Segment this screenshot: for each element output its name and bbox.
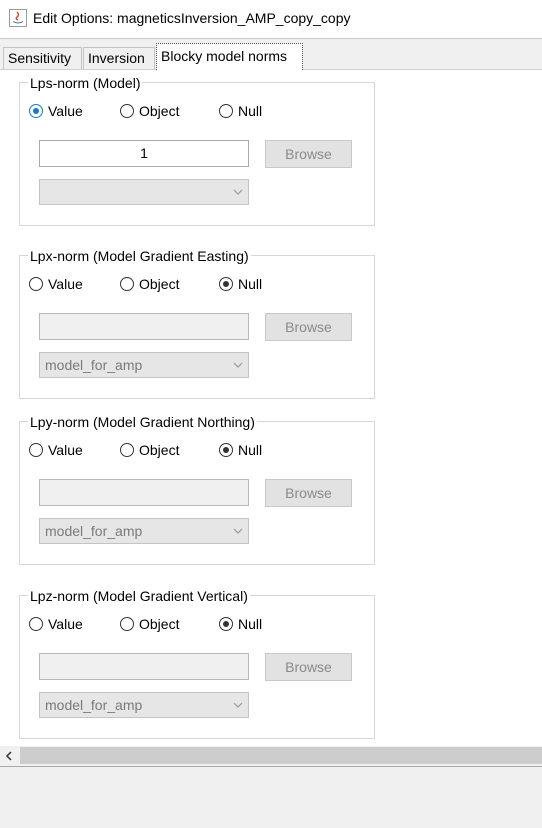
lpx-browse-button[interactable]: Browse bbox=[265, 313, 352, 341]
radio-indicator bbox=[120, 277, 134, 291]
radio-selected-indicator bbox=[29, 104, 43, 118]
lps-value-radio[interactable]: Value bbox=[29, 103, 83, 119]
lpy-null-radio[interactable]: Null bbox=[219, 442, 262, 458]
radio-label: Value bbox=[48, 276, 83, 292]
lps-null-radio[interactable]: Null bbox=[219, 103, 262, 119]
chevron-down-icon bbox=[233, 189, 243, 195]
tab-inversion[interactable]: Inversion bbox=[83, 47, 155, 69]
window-title: Edit Options: magneticsInversion_AMP_cop… bbox=[33, 10, 351, 26]
radio-label: Null bbox=[238, 103, 263, 119]
radio-label: Value bbox=[48, 616, 83, 632]
radio-label: Null bbox=[238, 442, 263, 458]
lpy-browse-button[interactable]: Browse bbox=[265, 479, 352, 507]
radio-selected-indicator bbox=[219, 617, 233, 631]
lpz-null-radio[interactable]: Null bbox=[219, 616, 262, 632]
title-bar: Edit Options: magneticsInversion_AMP_cop… bbox=[0, 0, 542, 39]
lpx-norm-legend: Lpx-norm (Model Gradient Easting) bbox=[28, 248, 251, 264]
tab-blocky-model-norms[interactable]: Blocky model norms bbox=[156, 43, 303, 70]
lps-norm-legend: Lps-norm (Model) bbox=[28, 75, 143, 91]
radio-indicator bbox=[120, 104, 134, 118]
lps-browse-button[interactable]: Browse bbox=[265, 140, 352, 168]
lpx-value-input[interactable] bbox=[39, 313, 249, 340]
lpx-null-radio[interactable]: Null bbox=[219, 276, 262, 292]
chevron-down-icon bbox=[233, 702, 243, 708]
radio-indicator bbox=[29, 617, 43, 631]
scroll-left-arrow-icon[interactable] bbox=[3, 749, 15, 763]
chevron-down-icon bbox=[233, 362, 243, 368]
radio-label: Value bbox=[48, 103, 83, 119]
lpy-value-radio[interactable]: Value bbox=[29, 442, 83, 458]
lps-object-select[interactable] bbox=[39, 179, 249, 205]
radio-label: Null bbox=[238, 616, 263, 632]
lpy-object-select[interactable]: model_for_amp bbox=[39, 518, 249, 544]
lps-value-input[interactable]: 1 bbox=[39, 140, 249, 167]
radio-label: Object bbox=[139, 276, 180, 292]
combo-value: model_for_amp bbox=[45, 697, 143, 713]
radio-selected-indicator bbox=[219, 277, 233, 291]
radio-label: Object bbox=[139, 442, 180, 458]
lpy-object-radio[interactable]: Object bbox=[120, 442, 179, 458]
horizontal-scrollbar[interactable] bbox=[0, 746, 542, 767]
radio-label: Object bbox=[139, 103, 180, 119]
lpx-value-radio[interactable]: Value bbox=[29, 276, 83, 292]
dialog-footer bbox=[0, 767, 542, 828]
lpz-norm-legend: Lpz-norm (Model Gradient Vertical) bbox=[28, 588, 250, 604]
combo-value: model_for_amp bbox=[45, 523, 143, 539]
radio-indicator bbox=[29, 277, 43, 291]
lpz-value-input[interactable] bbox=[39, 653, 249, 680]
lpz-object-radio[interactable]: Object bbox=[120, 616, 179, 632]
radio-indicator bbox=[120, 443, 134, 457]
lpy-value-input[interactable] bbox=[39, 479, 249, 506]
lpz-browse-button[interactable]: Browse bbox=[265, 653, 352, 681]
lpx-object-radio[interactable]: Object bbox=[120, 276, 179, 292]
combo-value: model_for_amp bbox=[45, 357, 143, 373]
radio-indicator bbox=[29, 443, 43, 457]
radio-indicator bbox=[120, 617, 134, 631]
lpy-norm-legend: Lpy-norm (Model Gradient Northing) bbox=[28, 414, 257, 430]
lpz-object-select[interactable]: model_for_amp bbox=[39, 692, 249, 718]
radio-label: Value bbox=[48, 442, 83, 458]
tab-sensitivity[interactable]: Sensitivity bbox=[3, 47, 82, 69]
lps-object-radio[interactable]: Object bbox=[120, 103, 179, 119]
java-app-icon bbox=[9, 9, 27, 27]
radio-label: Null bbox=[238, 276, 263, 292]
radio-selected-indicator bbox=[219, 443, 233, 457]
chevron-down-icon bbox=[233, 528, 243, 534]
lpz-value-radio[interactable]: Value bbox=[29, 616, 83, 632]
radio-indicator bbox=[219, 104, 233, 118]
radio-label: Object bbox=[139, 616, 180, 632]
lpx-object-select[interactable]: model_for_amp bbox=[39, 352, 249, 378]
scrollbar-thumb[interactable] bbox=[20, 747, 542, 764]
